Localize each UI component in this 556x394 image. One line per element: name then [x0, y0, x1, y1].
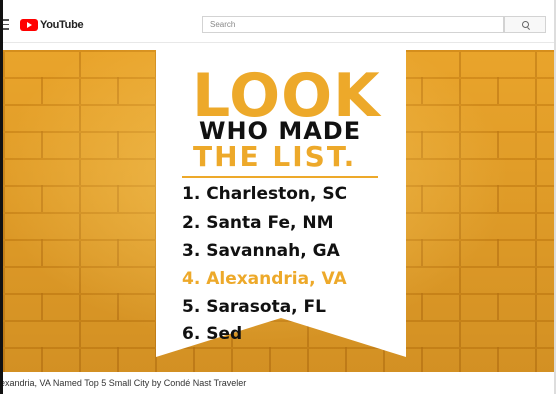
youtube-logo-text: YouTube [40, 19, 84, 31]
top-strip [0, 0, 556, 6]
ribbon-banner: LOOK WHO MADE THE LIST. 1. Charleston, S… [156, 50, 406, 364]
list-item: 3. Savannah, GA [182, 241, 340, 261]
video-player[interactable]: LOOK WHO MADE THE LIST. 1. Charleston, S… [3, 50, 554, 372]
list-item: 1. Charleston, SC [182, 184, 348, 204]
list-item: 2. Santa Fe, NM [182, 213, 334, 233]
list-item: 5. Sarasota, FL [182, 297, 326, 317]
video-title[interactable]: exandria, VA Named Top 5 Small City by C… [0, 378, 246, 388]
headline-the-list: THE LIST. [193, 140, 357, 173]
left-edge [0, 0, 3, 394]
list-item-partial: 6. Sed [182, 324, 243, 344]
menu-icon[interactable] [3, 19, 9, 30]
list-item-highlight: 4. Alexandria, VA [182, 269, 347, 289]
youtube-header: YouTube Search [3, 8, 554, 43]
search-input[interactable]: Search [202, 16, 504, 33]
youtube-play-icon [20, 19, 38, 31]
divider [182, 176, 378, 178]
search-button[interactable] [504, 16, 546, 33]
youtube-logo[interactable]: YouTube [20, 18, 84, 32]
search-icon [521, 21, 529, 28]
